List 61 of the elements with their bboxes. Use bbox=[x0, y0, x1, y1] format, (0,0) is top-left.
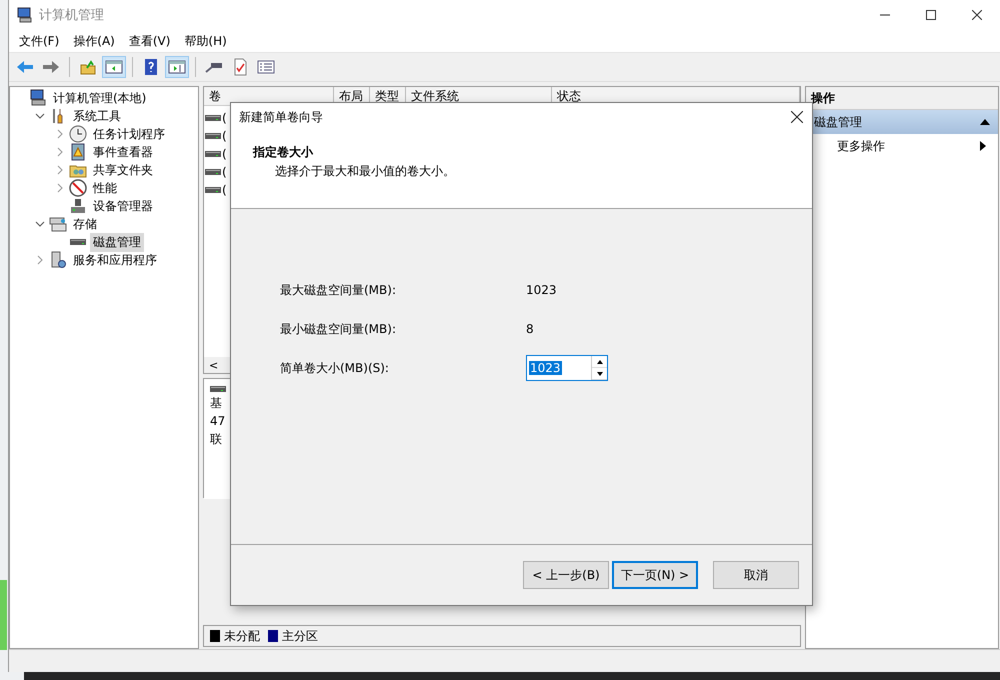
volume-name: ( bbox=[222, 165, 227, 179]
background-window-edge bbox=[0, 580, 7, 650]
action-item[interactable]: 更多操作 bbox=[837, 138, 885, 154]
device-icon bbox=[69, 197, 87, 215]
field-label: 最大磁盘空间量(MB): bbox=[280, 282, 397, 298]
volume-name: ( bbox=[222, 129, 227, 143]
collapse-triangle-icon[interactable] bbox=[980, 119, 990, 125]
legend-label: 主分区 bbox=[282, 628, 318, 644]
clock-icon bbox=[69, 125, 87, 143]
forward-arrow-icon bbox=[42, 58, 60, 76]
window-title: 计算机管理 bbox=[39, 7, 104, 24]
volume-name: ( bbox=[222, 183, 227, 197]
help-icon bbox=[142, 58, 160, 76]
wizard-button[interactable]: 下一页(N) > bbox=[612, 561, 698, 589]
maximize-icon bbox=[926, 10, 936, 20]
wizard-button[interactable]: < 上一步(B) bbox=[523, 561, 609, 589]
disk-info-text: 联 bbox=[210, 431, 223, 447]
back-arrow-icon bbox=[16, 58, 34, 76]
actions-header: 操作 bbox=[806, 87, 998, 110]
tree-item[interactable]: 磁盘管理 bbox=[90, 232, 144, 252]
tree-item[interactable]: 系统工具 bbox=[70, 106, 124, 126]
dialog-title: 新建简单卷向导 bbox=[239, 108, 323, 126]
event-log-icon bbox=[69, 143, 87, 161]
menu-item[interactable]: 帮助(H) bbox=[178, 32, 235, 50]
menu-item[interactable]: 查看(V) bbox=[122, 32, 178, 50]
menu-item[interactable]: 文件(F) bbox=[13, 32, 68, 50]
storage-icon bbox=[49, 215, 67, 233]
computer-icon bbox=[29, 89, 47, 107]
menu-item[interactable]: 操作(A) bbox=[67, 32, 123, 50]
wizard-button[interactable]: 取消 bbox=[713, 561, 799, 589]
field-label: 最小磁盘空间量(MB): bbox=[280, 320, 397, 338]
section-title: 磁盘管理 bbox=[814, 114, 862, 130]
disk-info-text: 47 bbox=[210, 413, 226, 429]
tree-item[interactable]: 事件查看器 bbox=[90, 142, 156, 162]
computer-icon bbox=[17, 7, 33, 23]
field-label: 简单卷大小(MB)(S): bbox=[280, 360, 390, 376]
tree-item[interactable]: 共享文件夹 bbox=[90, 160, 156, 180]
tree-item[interactable]: 服务和应用程序 bbox=[70, 250, 160, 270]
volume-name: ( bbox=[222, 147, 227, 161]
toolbar-button[interactable] bbox=[165, 56, 189, 78]
volume-name: ( bbox=[222, 111, 227, 125]
toolbar-button[interactable] bbox=[102, 56, 126, 78]
close-icon bbox=[791, 111, 803, 123]
pane-icon bbox=[168, 58, 186, 76]
folder-up-icon bbox=[79, 58, 97, 76]
page-description: 选择介于最大和最小值的卷大小。 bbox=[274, 163, 456, 180]
field-value: 8 bbox=[526, 322, 534, 336]
close-icon bbox=[972, 10, 982, 20]
legend-label: 未分配 bbox=[224, 628, 260, 644]
scroll-left-button[interactable]: < bbox=[204, 358, 224, 372]
tree-item[interactable]: 计算机管理(本地) bbox=[50, 88, 150, 108]
tree-item[interactable]: 性能 bbox=[90, 178, 120, 198]
field-value: 1023 bbox=[526, 283, 557, 297]
submenu-arrow-icon[interactable] bbox=[980, 141, 986, 151]
page-heading: 指定卷大小 bbox=[252, 144, 314, 161]
list-icon bbox=[257, 58, 275, 76]
disk-info-text: 基 bbox=[210, 395, 223, 411]
tree-item[interactable]: 存储 bbox=[70, 214, 100, 234]
tree-item[interactable]: 任务计划程序 bbox=[90, 124, 168, 144]
pane-icon bbox=[105, 58, 123, 76]
tree-item[interactable]: 设备管理器 bbox=[90, 196, 156, 216]
